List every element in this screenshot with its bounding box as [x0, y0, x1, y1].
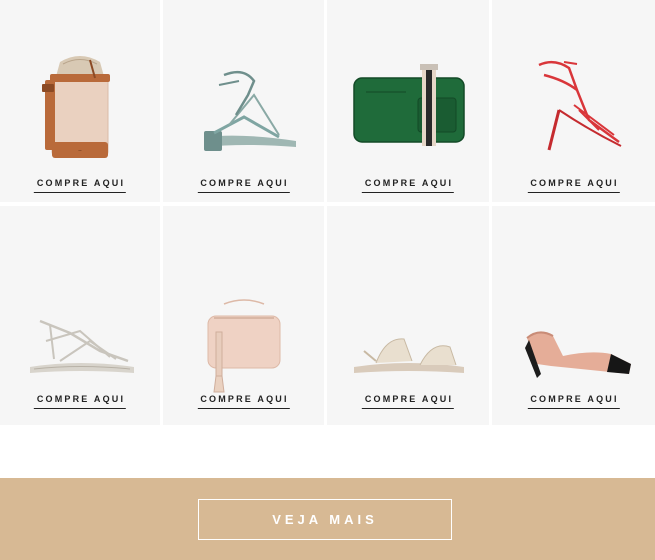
- product-card[interactable]: COMPRE AQUI: [327, 0, 489, 202]
- product-grid: ~ COMPRE AQUI COMPRE AQUI COMPRE AQUI CO…: [0, 0, 655, 425]
- product-card[interactable]: COMPRE AQUI: [492, 0, 655, 202]
- woven-crossbody-bag-image[interactable]: [163, 296, 324, 396]
- block-heel-sandal-image[interactable]: [163, 45, 324, 165]
- green-crossbody-bag-image[interactable]: [327, 45, 489, 165]
- shop-here-link[interactable]: COMPRE AQUI: [527, 394, 620, 409]
- see-more-button[interactable]: VEJA MAIS: [198, 499, 452, 540]
- slingback-heel-image[interactable]: [492, 311, 655, 386]
- product-card[interactable]: COMPRE AQUI: [163, 0, 324, 202]
- metallic-flat-sandal-image[interactable]: [327, 316, 489, 386]
- shop-here-link[interactable]: COMPRE AQUI: [361, 178, 455, 193]
- svg-text:~: ~: [78, 148, 82, 154]
- shop-here-link[interactable]: COMPRE AQUI: [361, 394, 455, 409]
- shop-here-link[interactable]: COMPRE AQUI: [33, 394, 127, 409]
- product-card[interactable]: ~ COMPRE AQUI: [0, 0, 160, 202]
- product-card[interactable]: COMPRE AQUI: [492, 206, 655, 425]
- bucket-bag-image[interactable]: ~: [0, 45, 160, 165]
- shop-here-link[interactable]: COMPRE AQUI: [197, 394, 290, 409]
- footer-band: VEJA MAIS: [0, 478, 655, 560]
- product-card[interactable]: COMPRE AQUI: [327, 206, 489, 425]
- product-card[interactable]: COMPRE AQUI: [0, 206, 160, 425]
- product-card[interactable]: COMPRE AQUI: [163, 206, 324, 425]
- lace-up-flat-sandal-image[interactable]: [0, 306, 160, 386]
- shop-here-link[interactable]: COMPRE AQUI: [527, 178, 620, 193]
- red-heel-sandal-image[interactable]: [492, 45, 655, 165]
- shop-here-link[interactable]: COMPRE AQUI: [197, 178, 290, 193]
- shop-here-link[interactable]: COMPRE AQUI: [33, 178, 127, 193]
